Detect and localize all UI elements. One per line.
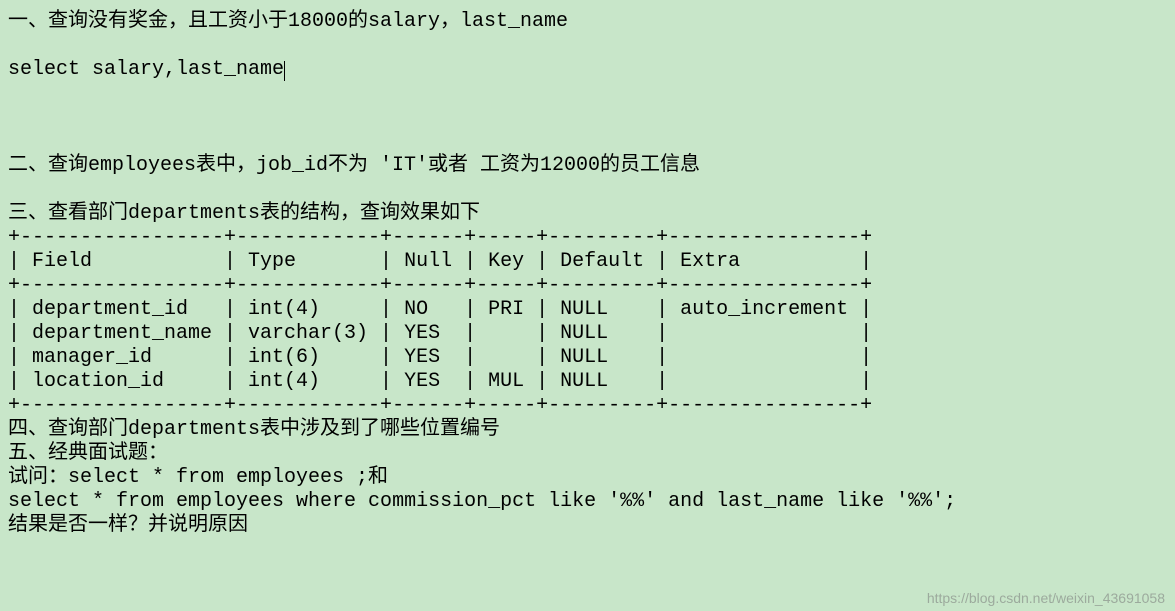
question-4-title: 四、查询部门departments表中涉及到了哪些位置编号 [8, 418, 1167, 442]
table-header-row: | Field | Type | Null | Key | Default | … [8, 250, 1167, 274]
table-border-mid: +-----------------+------------+------+-… [8, 274, 1167, 298]
text-cursor [284, 61, 285, 81]
table-border-bottom: +-----------------+------------+------+-… [8, 394, 1167, 418]
question-2-title: 二、查询employees表中，job_id不为 'IT'或者 工资为12000… [8, 154, 1167, 178]
table-row: | manager_id | int(6) | YES | | NULL | | [8, 346, 1167, 370]
question-5-line: 结果是否一样？并说明原因 [8, 514, 1167, 538]
question-5-title: 五、经典面试题： [8, 442, 1167, 466]
table-row: | department_name | varchar(3) | YES | |… [8, 322, 1167, 346]
table-border-top: +-----------------+------------+------+-… [8, 226, 1167, 250]
question-5-line: 试问：select * from employees ;和 [8, 466, 1167, 490]
sql-text: select salary,last_name [8, 58, 284, 81]
watermark-text: https://blog.csdn.net/weixin_43691058 [927, 590, 1165, 607]
question-1-sql: select salary,last_name [8, 58, 1167, 82]
table-row: | department_id | int(4) | NO | PRI | NU… [8, 298, 1167, 322]
question-5-line: select * from employees where commission… [8, 490, 1167, 514]
question-3-title: 三、查看部门departments表的结构，查询效果如下 [8, 202, 1167, 226]
table-row: | location_id | int(4) | YES | MUL | NUL… [8, 370, 1167, 394]
question-1-title: 一、查询没有奖金，且工资小于18000的salary，last_name [8, 10, 1167, 34]
